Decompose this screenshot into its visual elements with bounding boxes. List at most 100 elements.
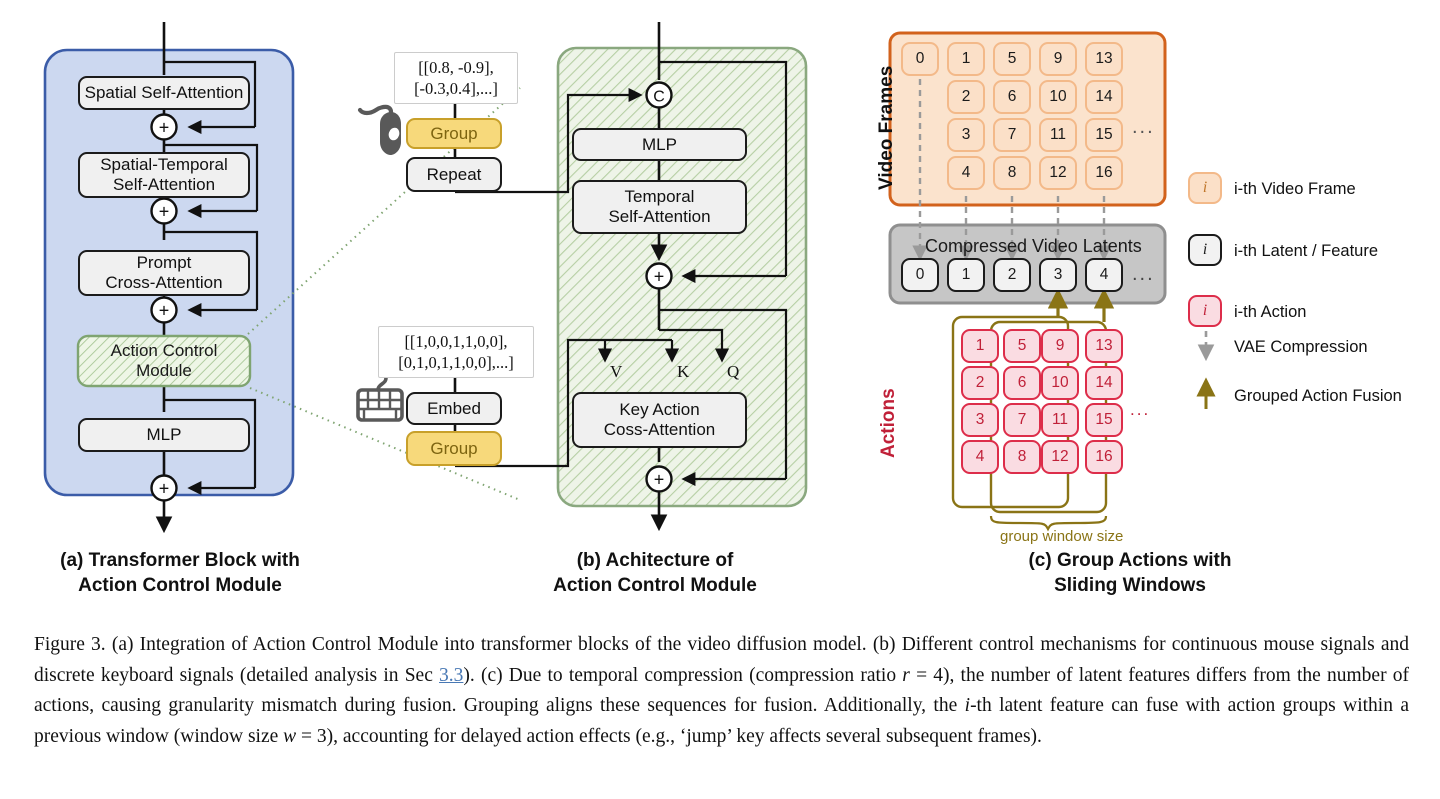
video-frame-chip[interactable]: 13 <box>1085 42 1123 76</box>
actions-label: Actions <box>878 388 899 458</box>
video-frame-chip[interactable]: 10 <box>1039 80 1077 114</box>
block-label-line2: Self-Attention <box>112 175 216 194</box>
block-label-line2: Cross-Attention <box>105 273 223 292</box>
video-frames-label: Video Frames <box>876 65 897 190</box>
action-chip[interactable]: 4 <box>961 440 999 474</box>
panel-b-caption: (b) Achitecture of Action Control Module <box>455 548 855 598</box>
keyboard-signal-matrix: [[1,0,0,1,1,0,0], [0,1,0,1,1,0,0],...] <box>378 326 534 378</box>
video-frame-chip[interactable]: 16 <box>1085 156 1123 190</box>
matrix-line1: [[0.8, -0.9], <box>418 58 494 77</box>
figure-number: Figure 3. <box>34 634 106 655</box>
action-chip[interactable]: 1 <box>961 329 999 363</box>
action-chip[interactable]: 11 <box>1041 403 1079 437</box>
svg-text:+: + <box>159 479 170 499</box>
latent-chip[interactable]: 4 <box>1085 258 1123 292</box>
math-var-w: w <box>283 725 297 747</box>
panel-c-caption-line1: (c) Group Actions with <box>1028 550 1232 571</box>
matrix-line1: [[1,0,0,1,1,0,0], <box>404 332 508 351</box>
latent-chip[interactable]: 3 <box>1039 258 1077 292</box>
action-chip[interactable]: 3 <box>961 403 999 437</box>
block-label: MLP <box>146 425 182 444</box>
group-window-size-label: group window size <box>1000 528 1124 545</box>
op-embed[interactable]: Embed <box>406 392 502 425</box>
block-label-line1: Key Action <box>619 400 700 419</box>
caption-seg-5: = 3), accounting for delayed action effe… <box>296 725 1042 747</box>
action-chip[interactable]: 5 <box>1003 329 1041 363</box>
video-frames-ellipsis: ... <box>1132 116 1155 138</box>
latent-chip[interactable]: 2 <box>993 258 1031 292</box>
action-chip[interactable]: 15 <box>1085 403 1123 437</box>
video-frame-chip[interactable]: 5 <box>993 42 1031 76</box>
keyboard-icon <box>356 376 404 422</box>
block-label-line1: Spatial-Temporal <box>100 155 228 174</box>
video-frame-chip[interactable]: 3 <box>947 118 985 152</box>
action-chip[interactable]: 12 <box>1041 440 1079 474</box>
block-key-action-cross-attention[interactable]: Key Action Coss-Attention <box>572 392 747 448</box>
video-frame-chip[interactable]: 4 <box>947 156 985 190</box>
svg-text:+: + <box>654 470 665 490</box>
video-frame-chip[interactable]: 15 <box>1085 118 1123 152</box>
action-chip[interactable]: 13 <box>1085 329 1123 363</box>
video-frame-chip[interactable]: 0 <box>901 42 939 76</box>
action-chip[interactable]: 7 <box>1003 403 1041 437</box>
action-chip[interactable]: 14 <box>1085 366 1123 400</box>
block-label: MLP <box>642 134 677 154</box>
svg-text:+: + <box>159 301 170 321</box>
block-label-line2: Self-Attention <box>608 207 711 226</box>
op-group-keyboard[interactable]: Group <box>406 431 502 466</box>
op-label: Repeat <box>426 164 482 184</box>
action-chip[interactable]: 2 <box>961 366 999 400</box>
svg-text:+: + <box>159 202 170 222</box>
action-chip[interactable]: 16 <box>1085 440 1123 474</box>
block-spatial-temporal-self-attention[interactable]: Spatial-Temporal Self-Attention <box>78 152 250 198</box>
video-frame-chip[interactable]: 6 <box>993 80 1031 114</box>
legend-label-video-frame: i-th Video Frame <box>1234 180 1356 198</box>
svg-text:+: + <box>159 118 170 138</box>
legend-swatch-video-frame: i <box>1188 172 1222 204</box>
label-k: K <box>677 362 690 381</box>
op-label: Embed <box>427 398 481 418</box>
op-group-mouse[interactable]: Group <box>406 118 502 149</box>
video-frame-chip[interactable]: 12 <box>1039 156 1077 190</box>
panel-a-caption-line1: (a) Transformer Block with <box>60 550 300 571</box>
block-mlp-b[interactable]: MLP <box>572 128 747 161</box>
op-repeat[interactable]: Repeat <box>406 157 502 192</box>
panel-c-caption: (c) Group Actions with Sliding Windows <box>930 548 1330 598</box>
video-frame-chip[interactable]: 7 <box>993 118 1031 152</box>
compressed-video-latents-title: Compressed Video Latents <box>925 236 1142 256</box>
math-var-r: r <box>902 664 910 686</box>
video-frame-chip[interactable]: 9 <box>1039 42 1077 76</box>
action-chip[interactable]: 9 <box>1041 329 1079 363</box>
block-spatial-self-attention[interactable]: Spatial Self-Attention <box>78 76 250 110</box>
block-action-control-module[interactable]: Action Control Module <box>78 336 250 386</box>
block-mlp-a[interactable]: MLP <box>78 418 250 452</box>
legend-label-action: i-th Action <box>1234 303 1307 321</box>
action-chip[interactable]: 6 <box>1003 366 1041 400</box>
block-temporal-self-attention[interactable]: Temporal Self-Attention <box>572 180 747 234</box>
panel-a-caption-line2: Action Control Module <box>78 575 282 596</box>
video-frame-chip[interactable]: 8 <box>993 156 1031 190</box>
video-frame-chip[interactable]: 2 <box>947 80 985 114</box>
legend-swatch-action: i <box>1188 295 1222 327</box>
latent-chip[interactable]: 0 <box>901 258 939 292</box>
mouse-signal-matrix: [[0.8, -0.9], [-0.3,0.4],...] <box>394 52 518 104</box>
video-frame-chip[interactable]: 11 <box>1039 118 1077 152</box>
legend-swatch-latent: i <box>1188 234 1222 266</box>
legend-label-fusion: Grouped Action Fusion <box>1234 387 1402 405</box>
block-label-line1: Action Control <box>110 341 218 360</box>
op-label: Group <box>430 123 478 143</box>
video-frame-chip[interactable]: 14 <box>1085 80 1123 114</box>
block-prompt-cross-attention[interactable]: Prompt Cross-Attention <box>78 250 250 296</box>
panel-a-caption: (a) Transformer Block with Action Contro… <box>20 548 340 598</box>
svg-text:C: C <box>653 89 665 106</box>
latent-chip[interactable]: 1 <box>947 258 985 292</box>
figure-caption: Figure 3. (a) Integration of Action Cont… <box>34 630 1409 752</box>
video-frame-chip[interactable]: 1 <box>947 42 985 76</box>
legend-label-latent: i-th Latent / Feature <box>1234 242 1378 260</box>
svg-text:+: + <box>654 267 665 287</box>
label-q: Q <box>727 362 740 381</box>
action-chip[interactable]: 8 <box>1003 440 1041 474</box>
section-link-3-3[interactable]: 3.3 <box>439 665 463 686</box>
block-label-line1: Temporal <box>624 187 695 206</box>
action-chip[interactable]: 10 <box>1041 366 1079 400</box>
